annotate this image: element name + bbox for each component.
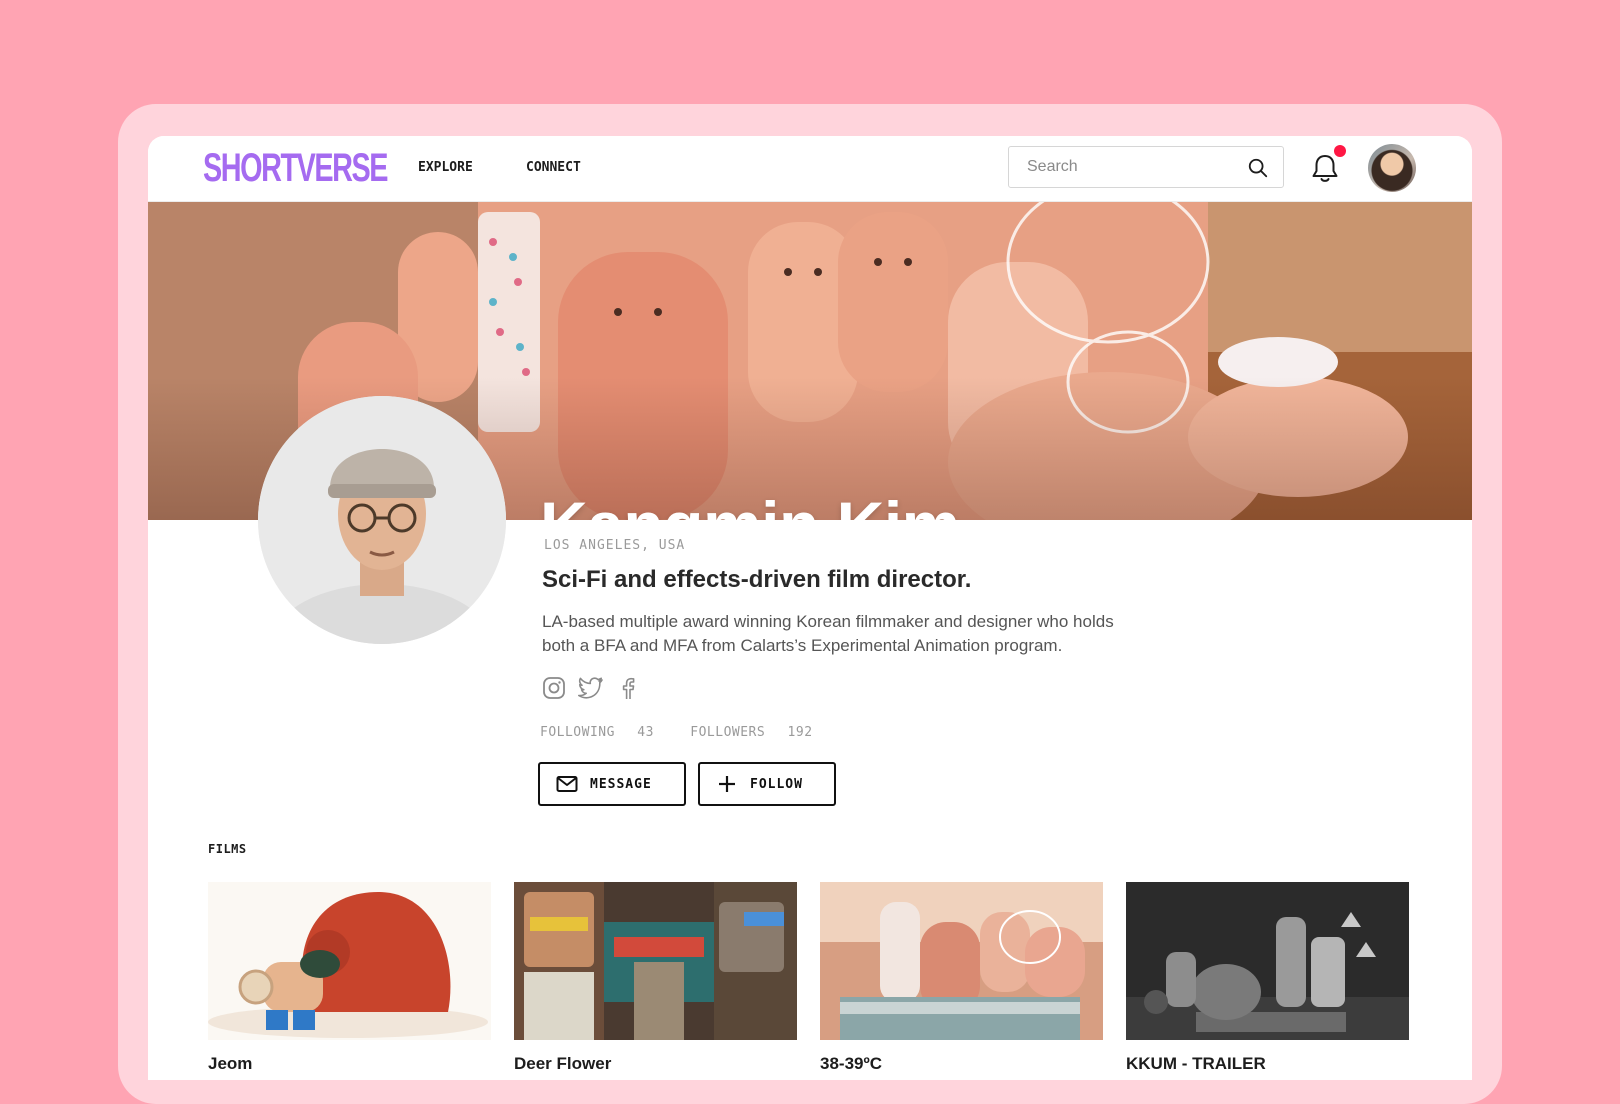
film-thumbnail[interactable] (514, 882, 797, 1040)
app-window: SHORTVERSE EXPLORE CONNECT Search LOS AN… (148, 136, 1472, 1080)
search-icon[interactable] (1247, 157, 1269, 179)
film-card[interactable]: Jeom (208, 882, 491, 1074)
user-avatar[interactable] (1368, 144, 1416, 192)
profile-location: LOS ANGELES, USA (544, 538, 686, 553)
profile-bio-line: LA-based multiple award winning Korean f… (542, 612, 1114, 631)
film-thumbnail[interactable] (208, 882, 491, 1040)
following-label: FOLLOWING (540, 725, 615, 740)
nav-explore-link[interactable]: EXPLORE (418, 160, 473, 175)
follow-button[interactable]: FOLLOW (698, 762, 836, 806)
film-card[interactable]: KKUM - TRAILER (1126, 882, 1409, 1074)
following-count: 43 (637, 725, 654, 740)
film-card[interactable]: 38-39ºC (820, 882, 1103, 1074)
follow-stats: FOLLOWING 43 FOLLOWERS 192 (540, 725, 841, 740)
plus-icon (719, 776, 735, 792)
facebook-icon[interactable] (616, 676, 640, 700)
shortverse-logo[interactable]: SHORTVERSE (203, 146, 388, 190)
following-stat[interactable]: FOLLOWING 43 (540, 725, 668, 740)
follow-button-label: FOLLOW (750, 777, 803, 792)
profile-bio-line: both a BFA and MFA from Calarts’s Experi… (542, 636, 1063, 655)
followers-label: FOLLOWERS (690, 725, 766, 740)
film-thumbnail[interactable] (820, 882, 1103, 1040)
search-box (1008, 146, 1284, 188)
film-card[interactable]: Deer Flower (514, 882, 797, 1074)
profile-headline: Sci-Fi and effects-driven film director. (542, 566, 972, 593)
film-title[interactable]: Jeom (208, 1054, 491, 1074)
film-title[interactable]: Deer Flower (514, 1054, 797, 1074)
profile-name: Kangmin Kim (540, 492, 960, 520)
nav-connect-link[interactable]: CONNECT (526, 160, 581, 175)
films-heading: FILMS (208, 842, 247, 856)
followers-count: 192 (787, 725, 813, 740)
twitter-icon[interactable] (578, 676, 603, 700)
film-title[interactable]: 38-39ºC (820, 1054, 1103, 1074)
followers-stat[interactable]: FOLLOWERS 192 (690, 725, 826, 740)
notification-badge-dot (1334, 145, 1346, 157)
film-title[interactable]: KKUM - TRAILER (1126, 1054, 1409, 1074)
profile-bio: LA-based multiple award winning Korean f… (542, 610, 1142, 658)
mail-icon (556, 776, 578, 792)
message-button[interactable]: MESSAGE (538, 762, 686, 806)
top-navbar: SHORTVERSE EXPLORE CONNECT (148, 136, 1472, 202)
instagram-icon[interactable] (542, 676, 566, 700)
search-input[interactable] (1027, 147, 1237, 187)
message-button-label: MESSAGE (590, 777, 652, 792)
film-thumbnail[interactable] (1126, 882, 1409, 1040)
profile-photo (258, 396, 506, 644)
